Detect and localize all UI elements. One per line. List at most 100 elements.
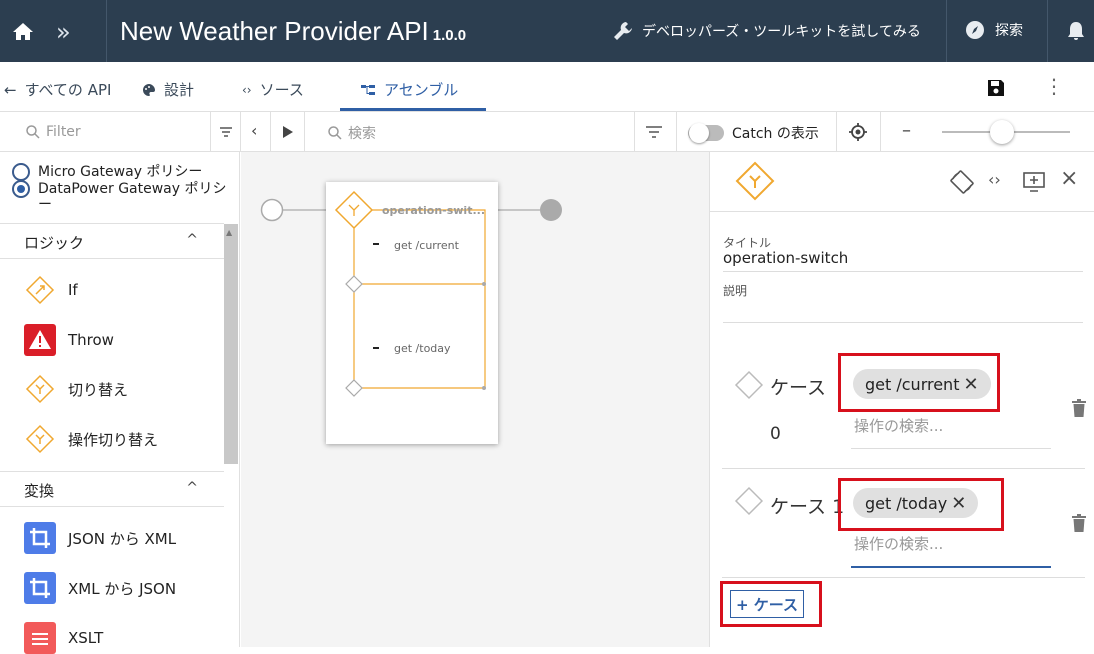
canvas-search-input[interactable]: 検索 bbox=[328, 123, 376, 143]
palette-item-throw[interactable]: Throw bbox=[24, 324, 114, 356]
radio-datapower-gateway[interactable]: DataPower Gateway ポリシー bbox=[12, 180, 228, 213]
divider bbox=[270, 112, 271, 152]
play-icon[interactable] bbox=[282, 125, 294, 139]
case-divider bbox=[722, 577, 1085, 578]
section-header-logic[interactable]: ロジック ^ bbox=[0, 223, 224, 259]
section-title: ロジック bbox=[24, 234, 85, 252]
canvas-toolbar: Filter ‹ 検索 Catch の表示 – bbox=[0, 112, 1094, 152]
section-header-transform[interactable]: 変換 ^ bbox=[0, 471, 224, 507]
chevron-up-icon: ^ bbox=[186, 480, 198, 496]
node-case-label: get /current bbox=[394, 239, 459, 252]
back-to-all-apis[interactable]: ← すべての API bbox=[4, 79, 111, 100]
target-center-icon[interactable] bbox=[848, 122, 868, 142]
highlight-box bbox=[838, 353, 1000, 412]
active-tab-indicator bbox=[340, 108, 486, 111]
catch-label: Catch の表示 bbox=[732, 126, 819, 142]
palette-item-xml-to-json[interactable]: XML から JSON bbox=[24, 572, 176, 604]
tab-source[interactable]: ‹› ソース bbox=[242, 79, 304, 100]
radio-label: Micro Gateway ポリシー bbox=[38, 164, 203, 180]
tab-assemble[interactable]: アセンブル bbox=[360, 79, 458, 100]
palette-item-if[interactable]: If bbox=[24, 274, 78, 306]
field-underline-focused bbox=[851, 566, 1051, 568]
divider bbox=[304, 112, 305, 152]
palette-filter-input[interactable]: Filter bbox=[26, 124, 81, 140]
description-field-label: 説明 bbox=[723, 284, 748, 298]
filter-placeholder: Filter bbox=[46, 124, 81, 140]
flow-icon bbox=[361, 84, 375, 95]
item-label: XML から JSON bbox=[68, 579, 177, 598]
case-label: ケース bbox=[770, 377, 827, 399]
back-arrow-icon: ← bbox=[4, 80, 17, 99]
sort-filter-icon[interactable] bbox=[645, 125, 663, 139]
tab-design[interactable]: 設計 bbox=[142, 79, 194, 100]
api-version: 1.0.0 bbox=[432, 27, 467, 44]
divider bbox=[946, 0, 947, 62]
palette-item-switch[interactable]: 切り替え bbox=[24, 373, 128, 405]
palette-item-json-to-xml[interactable]: JSON から XML bbox=[24, 522, 176, 554]
palette-item-xslt[interactable]: XSLT bbox=[24, 622, 103, 654]
tab-bar: ← すべての API 設計 ‹› ソース アセンブル ⋮ bbox=[0, 62, 1094, 112]
operation-search-input[interactable]: 操作の検索... bbox=[854, 415, 943, 436]
tab-assemble-label: アセンブル bbox=[384, 81, 459, 99]
title-field[interactable]: operation-switch bbox=[723, 249, 848, 267]
collapse-left-icon[interactable]: ‹ bbox=[251, 121, 257, 140]
node-case-label: get /today bbox=[394, 342, 451, 355]
zoom-out-button[interactable]: – bbox=[902, 120, 911, 141]
flip-orientation-icon[interactable] bbox=[950, 170, 974, 194]
item-label: XSLT bbox=[68, 629, 104, 647]
palette-scrollbar[interactable] bbox=[224, 224, 238, 464]
toggle-switch[interactable] bbox=[688, 123, 724, 143]
code-view-icon[interactable]: ‹› bbox=[988, 170, 1001, 189]
trash-icon[interactable] bbox=[1072, 399, 1086, 417]
bell-icon[interactable] bbox=[1066, 20, 1086, 46]
palette-item-operation-switch[interactable]: 操作切り替え bbox=[24, 423, 158, 455]
if-icon bbox=[24, 274, 56, 306]
chevron-up-icon: ^ bbox=[186, 232, 198, 248]
item-label: 切り替え bbox=[68, 380, 129, 399]
divider bbox=[106, 0, 107, 62]
throw-icon bbox=[24, 324, 56, 356]
case-divider bbox=[722, 468, 1085, 469]
scroll-up-arrow-icon[interactable]: ▲ bbox=[226, 228, 232, 237]
field-underline bbox=[723, 271, 1083, 272]
switch-icon bbox=[24, 373, 56, 405]
item-label: 操作切り替え bbox=[68, 430, 159, 449]
radio-button[interactable] bbox=[12, 163, 30, 181]
item-label: If bbox=[68, 281, 78, 299]
policy-palette: Micro Gateway ポリシー DataPower Gateway ポリシ… bbox=[0, 152, 240, 654]
divider bbox=[1047, 0, 1048, 62]
compass-icon bbox=[966, 21, 984, 39]
zoom-slider-thumb[interactable] bbox=[990, 120, 1014, 144]
search-icon bbox=[26, 125, 40, 139]
tab-source-label: ソース bbox=[259, 81, 304, 99]
divider bbox=[210, 112, 211, 152]
save-icon[interactable] bbox=[986, 78, 1006, 102]
api-title-text: New Weather Provider API bbox=[120, 16, 429, 46]
developer-toolkit-link[interactable]: デベロッパーズ・ツールキットを試してみる bbox=[612, 20, 921, 42]
radio-label: DataPower Gateway ポリシー bbox=[38, 181, 227, 213]
trash-icon[interactable] bbox=[1072, 514, 1086, 532]
item-label: JSON から XML bbox=[68, 529, 177, 548]
explore-link[interactable]: 探索 bbox=[965, 20, 1023, 40]
home-icon[interactable] bbox=[8, 16, 38, 46]
developer-toolkit-label: デベロッパーズ・ツールキットを試してみる bbox=[642, 24, 921, 40]
radio-button-selected[interactable] bbox=[12, 180, 30, 198]
operation-search-input[interactable]: 操作の検索... bbox=[854, 533, 943, 554]
description-field[interactable] bbox=[723, 322, 1083, 323]
api-title: New Weather Provider API 1.0.0 bbox=[120, 16, 466, 47]
expand-nav-icon[interactable]: » bbox=[56, 18, 71, 46]
transform-icon bbox=[24, 572, 56, 604]
field-underline bbox=[851, 448, 1051, 449]
show-catch-toggle[interactable]: Catch の表示 bbox=[688, 123, 819, 143]
more-options-icon[interactable]: ⋮ bbox=[1044, 76, 1064, 96]
case-label: ケース 1 bbox=[770, 496, 845, 518]
divider bbox=[240, 112, 241, 152]
close-icon[interactable]: × bbox=[1060, 166, 1078, 191]
node-inner-graph bbox=[334, 190, 486, 397]
filter-icon[interactable] bbox=[219, 125, 233, 139]
radio-micro-gateway[interactable]: Micro Gateway ポリシー bbox=[12, 163, 203, 181]
operation-switch-icon bbox=[735, 161, 775, 201]
add-screen-icon[interactable] bbox=[1023, 172, 1045, 192]
search-icon bbox=[328, 126, 342, 140]
section-title: 変換 bbox=[24, 482, 55, 500]
